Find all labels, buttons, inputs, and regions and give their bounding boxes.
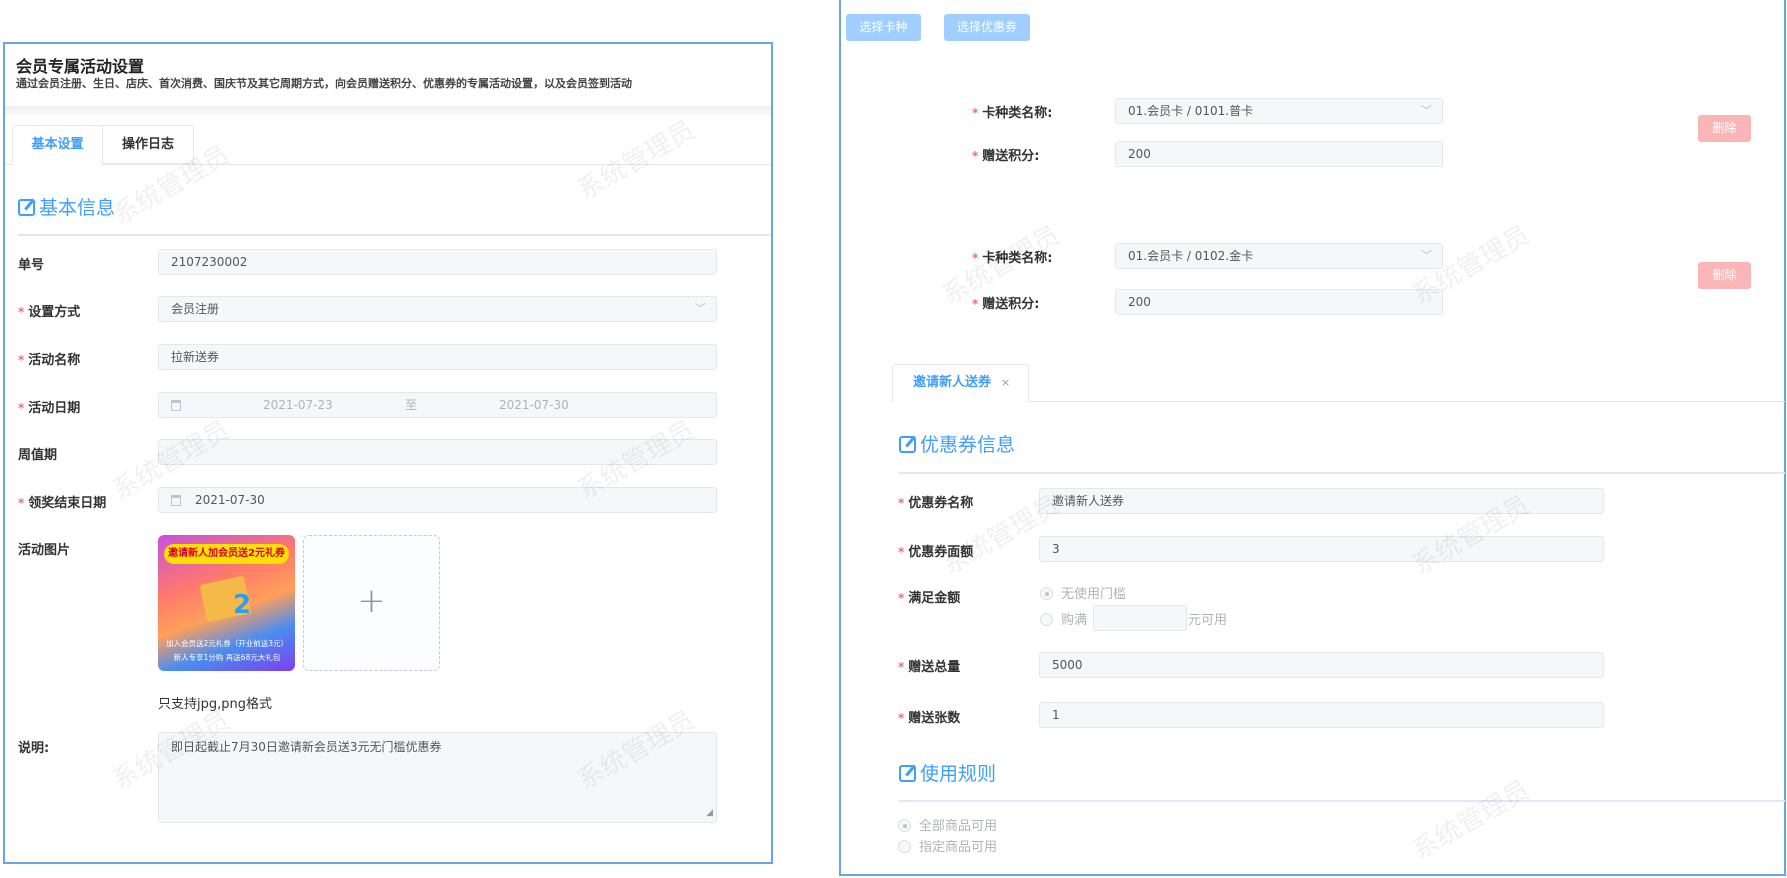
page-subtitle: 通过会员注册、生日、店庆、首次消费、国庆节及其它周期方式，向会员赠送积分、优惠券… [16,77,632,90]
end-date-label: * 领奖结束日期 [18,496,107,511]
delete-card-button[interactable]: 删除 [1698,115,1751,142]
activity-date-label: * 活动日期 [18,401,81,416]
period-input[interactable] [158,439,717,465]
points-label: * 赠送积分: [972,297,1040,312]
close-icon[interactable]: × [1001,376,1010,389]
mode-select[interactable]: 会员注册 ﹀ [158,296,717,322]
calendar-icon [171,495,181,506]
threshold-label: * 满足金额 [898,591,961,606]
radio-icon [898,840,911,853]
min-spend-input[interactable] [1093,605,1187,631]
coupon-tab[interactable]: 邀请新人送券 × [892,364,1029,402]
section-divider [899,472,1785,474]
order-no-input[interactable]: 2107230002 [158,249,717,275]
section-title: 基本信息 [39,197,116,219]
section-basic-info: 基本信息 [18,193,115,220]
radio-min-spend[interactable]: 购满 [1040,609,1087,628]
coupon-name-label: * 优惠券名称 [898,496,974,511]
section-divider [899,800,1785,802]
end-date-input[interactable]: 2021-07-30 [158,487,717,513]
description-label: 说明: [18,741,50,756]
card-type-select[interactable]: 01.会员卡 / 0101.普卡 ﹀ [1115,98,1443,124]
section-divider [18,234,771,236]
card-type-select[interactable]: 01.会员卡 / 0102.金卡 ﹀ [1115,243,1443,269]
coupon-amount-input[interactable]: 3 [1039,536,1604,562]
upload-button[interactable]: + [303,535,440,671]
total-label: * 赠送总量 [898,660,961,675]
period-label: 周值期 [18,448,58,463]
radio-icon [1040,613,1053,626]
edit-icon [899,436,916,453]
chevron-down-icon: ﹀ [1421,104,1432,117]
coupon-amount-label: * 优惠券面额 [898,545,974,560]
select-card-button[interactable]: 选择卡种 [846,14,921,41]
radio-all-products[interactable]: 全部商品可用 [898,815,997,834]
card-type-label: * 卡种类名称: [972,251,1053,266]
count-input[interactable]: 1 [1039,702,1604,728]
radio-specific-products[interactable]: 指定商品可用 [898,836,997,855]
separator-band [5,106,771,115]
edit-icon [899,765,916,782]
edit-icon [18,199,35,216]
chevron-down-icon: ﹀ [1421,249,1432,262]
activity-image[interactable]: 邀请新人加会员送2元礼券 2 加入会员送2元礼券（开业前送3元） 新人专享1分购… [158,535,295,671]
section-coupon-info: 优惠券信息 [899,430,1015,457]
points-label: * 赠送积分: [972,149,1040,164]
tabs-divider [5,164,771,165]
resize-handle-icon[interactable]: ◢ [706,804,713,822]
radio-no-threshold[interactable]: 无使用门槛 [1040,583,1126,602]
radio-icon [1040,587,1053,600]
tab-basic-settings[interactable]: 基本设置 [12,125,103,165]
total-input[interactable]: 5000 [1039,652,1604,678]
mode-label: * 设置方式 [18,305,81,320]
calendar-icon [171,400,181,411]
points-input[interactable]: 200 [1115,289,1443,315]
activity-name-label: * 活动名称 [18,353,81,368]
radio-icon [898,819,911,832]
select-coupon-button[interactable]: 选择优惠券 [944,14,1030,41]
page-title: 会员专属活动设置 [16,57,145,76]
min-spend-suffix: 元可用 [1188,613,1228,628]
activity-name-input[interactable]: 拉新送券 [158,344,717,370]
delete-card-button[interactable]: 删除 [1698,262,1751,289]
activity-date-range[interactable]: 2021-07-23 至 2021-07-30 [158,392,717,418]
card-type-label: * 卡种类名称: [972,106,1053,121]
image-label: 活动图片 [18,543,71,558]
tab-operation-log[interactable]: 操作日志 [103,125,194,164]
coupon-name-input[interactable]: 邀请新人送券 [1039,488,1604,514]
points-input[interactable]: 200 [1115,141,1443,167]
count-label: * 赠送张数 [898,711,961,726]
description-textarea[interactable]: 即日起截止7月30日邀请新会员送3元无门槛优惠券 ◢ [158,732,717,823]
chevron-down-icon: ﹀ [695,302,706,315]
order-no-label: 单号 [18,258,45,273]
image-format-hint: 只支持jpg,png格式 [158,697,272,712]
section-usage-rules: 使用规则 [899,759,996,786]
